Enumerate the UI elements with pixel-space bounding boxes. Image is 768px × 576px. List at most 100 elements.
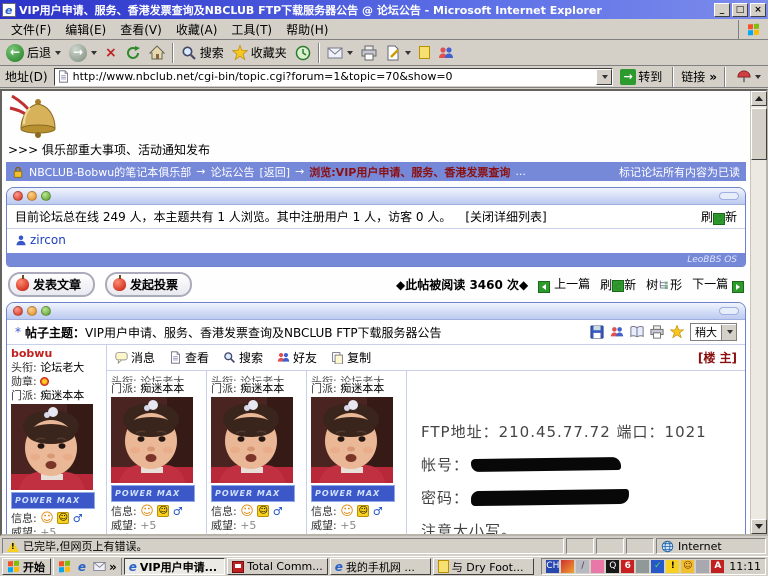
refresh-button[interactable]	[121, 41, 145, 65]
address-input[interactable]: http://www.nbclub.net/cgi-bin/topic.cgi?…	[54, 68, 614, 86]
restore-button[interactable]: □	[732, 3, 748, 17]
emote-icon[interactable]: ☺	[257, 505, 269, 517]
smiley-icon[interactable]: ☺	[240, 505, 254, 518]
warning-tray-icon[interactable]: !	[666, 560, 679, 573]
faction-label: 门派:	[11, 389, 37, 402]
print-button[interactable]	[357, 41, 381, 65]
mark-all-read-link[interactable]: 标记论坛所有内容为已读	[619, 164, 740, 180]
home-button[interactable]	[145, 41, 169, 65]
discuss-button[interactable]	[415, 41, 434, 65]
edit-button[interactable]	[381, 41, 415, 65]
history-button[interactable]	[291, 41, 315, 65]
messenger-tray-icon[interactable]	[591, 560, 604, 573]
pm-button[interactable]: 消息	[115, 349, 155, 366]
book-icon[interactable]	[630, 325, 644, 339]
new-post-button[interactable]: 发表文章	[8, 272, 95, 297]
antivirus-toolbar-button[interactable]	[733, 65, 765, 89]
back-button[interactable]: ←后退	[2, 41, 65, 65]
smiley-icon[interactable]: ☺	[140, 505, 154, 518]
antivirus-dropdown-icon[interactable]	[755, 75, 761, 79]
edit-dropdown-icon[interactable]	[405, 51, 411, 55]
viewer-name-link[interactable]: zircon	[30, 233, 66, 247]
back-dropdown-icon[interactable]	[55, 51, 61, 55]
mail-dropdown-icon[interactable]	[347, 51, 353, 55]
view-profile-button[interactable]: 查看	[169, 349, 209, 366]
address-dropdown-icon[interactable]	[596, 69, 612, 85]
start-button[interactable]: 开始	[2, 558, 51, 575]
stop-button[interactable]: ×	[101, 41, 121, 65]
menu-view[interactable]: 查看(V)	[113, 19, 169, 40]
emote-icon[interactable]: ☺	[57, 512, 69, 524]
favorites-button[interactable]: 收藏夹	[228, 41, 291, 65]
print-post-icon[interactable]	[650, 325, 664, 339]
add-friend-button[interactable]: 好友	[277, 349, 317, 366]
emote-icon[interactable]: ☺	[357, 505, 369, 517]
scroll-down-button[interactable]	[751, 519, 767, 534]
scrollbar-thumb[interactable]	[751, 108, 767, 160]
qq-tray-icon[interactable]: Q	[606, 560, 619, 573]
minimize-button[interactable]: _	[714, 3, 730, 17]
url-text[interactable]: http://www.nbclub.net/cgi-bin/topic.cgi?…	[73, 70, 594, 83]
search-posts-button[interactable]: 搜索	[223, 349, 263, 366]
task-button-vip[interactable]: eVIP用户申请...	[124, 558, 225, 575]
gray-tray-icon[interactable]	[696, 560, 709, 573]
input-language-indicator[interactable]: CH	[546, 560, 559, 573]
prev-post-link[interactable]: 上一篇	[538, 275, 590, 293]
smiley-icon[interactable]: ☺	[40, 512, 54, 525]
collapse-pill-icon[interactable]	[719, 192, 739, 200]
links-chevron-icon[interactable]: »	[709, 70, 717, 84]
task-button-totalcmd[interactable]: Total Comm...	[227, 558, 328, 575]
breadcrumb-forum-link[interactable]: 论坛公告	[210, 164, 254, 180]
ime-tray-icon[interactable]	[561, 560, 574, 573]
refresh-link[interactable]: 刷新	[701, 208, 737, 225]
breadcrumb-site-link[interactable]: NBCLUB-Bobwu的笔记本俱乐部	[29, 164, 191, 180]
task-button-phone-site[interactable]: e我的手机网 ...	[330, 558, 431, 575]
links-label[interactable]: 链接	[681, 68, 705, 85]
author-name-link[interactable]: bobwu	[11, 347, 102, 360]
warning-icon[interactable]	[7, 541, 19, 552]
redacted-account	[471, 457, 621, 472]
device-tray-icon[interactable]	[636, 560, 649, 573]
menu-help[interactable]: 帮助(H)	[279, 19, 335, 40]
smiley-tray-icon[interactable]: ☺	[681, 560, 694, 573]
antivirus-ok-tray-icon[interactable]: ✓	[651, 560, 664, 573]
menu-edit[interactable]: 编辑(E)	[58, 19, 113, 40]
messenger-button[interactable]	[434, 41, 458, 65]
menu-file[interactable]: 文件(F)	[4, 19, 58, 40]
search-button[interactable]: 搜索	[177, 41, 228, 65]
task-button-dryfoot[interactable]: 与 Dry Foot...	[433, 558, 534, 575]
forward-dropdown-icon[interactable]	[91, 51, 97, 55]
mail-button[interactable]	[323, 41, 357, 65]
close-button[interactable]: ×	[750, 3, 766, 17]
quicklaunch-chevron-icon[interactable]: »	[109, 560, 117, 574]
collapse-pill-icon[interactable]	[719, 307, 739, 315]
smiley-icon[interactable]: ☺	[340, 505, 354, 518]
favorite-icon[interactable]	[670, 325, 684, 339]
text-size-select[interactable]: 稍大	[690, 323, 737, 341]
copy-button[interactable]: 复制	[331, 349, 371, 366]
scroll-up-button[interactable]	[751, 91, 767, 106]
menu-favorites[interactable]: 收藏(A)	[169, 19, 225, 40]
scrollbar-track[interactable]	[751, 160, 766, 519]
pen-tray-icon[interactable]: /	[576, 560, 589, 573]
new-poll-button[interactable]: 发起投票	[105, 272, 192, 297]
emote-icon[interactable]: ☺	[157, 505, 169, 517]
breadcrumb-back-link[interactable]: [返回]	[259, 164, 290, 180]
quicklaunch-ie-icon[interactable]: e	[75, 560, 89, 574]
next-post-link[interactable]: 下一篇	[692, 275, 744, 293]
select-dropdown-icon[interactable]	[721, 325, 736, 340]
quicklaunch-desktop-icon[interactable]	[58, 560, 72, 574]
ati-tray-icon[interactable]: A	[711, 560, 724, 573]
save-icon[interactable]	[590, 325, 604, 339]
menu-tools[interactable]: 工具(T)	[224, 19, 279, 40]
friends-icon[interactable]	[610, 325, 624, 339]
page-scrollbar[interactable]	[750, 91, 766, 534]
quicklaunch-mail-icon[interactable]	[92, 560, 106, 574]
browser-tray-icon[interactable]: 6	[621, 560, 634, 573]
forward-button[interactable]: →	[65, 41, 101, 65]
tree-view-link[interactable]: 树形	[646, 276, 682, 293]
close-detail-link[interactable]: [关闭详细列表]	[465, 208, 546, 225]
taskbar-clock[interactable]: 11:11	[729, 560, 761, 573]
refresh-post-link[interactable]: 刷新	[600, 276, 636, 293]
go-button[interactable]: →转到	[617, 68, 665, 85]
